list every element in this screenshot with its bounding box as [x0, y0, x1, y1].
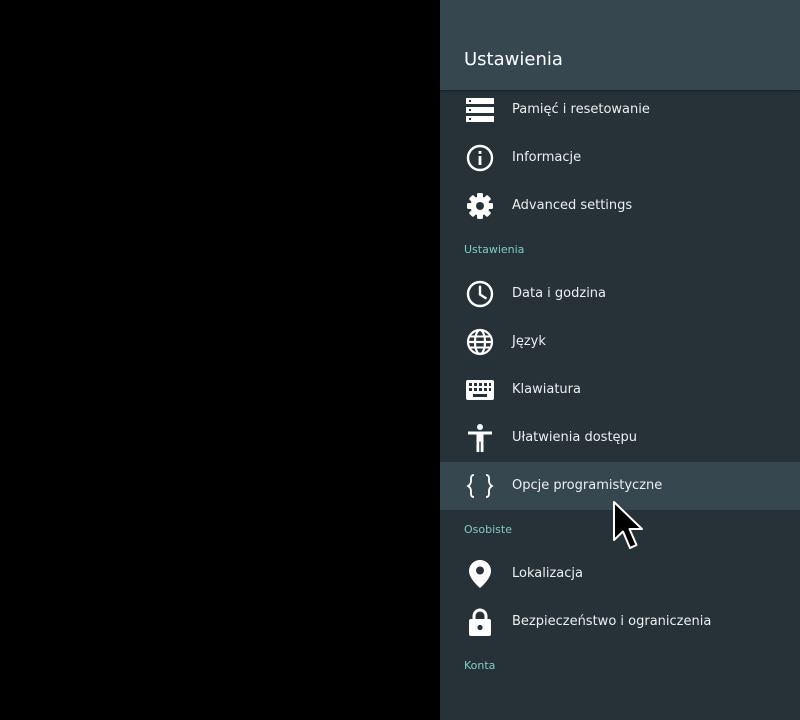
settings-item-label: Advanced settings — [512, 198, 633, 213]
section-header-osobiste: Osobiste — [464, 523, 512, 536]
settings-item-info[interactable]: Informacje — [440, 134, 800, 182]
gear-icon — [464, 192, 496, 220]
settings-item-label: Klawiatura — [512, 382, 581, 397]
settings-item-location[interactable]: Lokalizacja — [440, 550, 800, 598]
settings-item-date-time[interactable]: Data i godzina — [440, 270, 800, 318]
settings-item-storage-reset[interactable]: Pamięć i resetowanie — [440, 86, 800, 134]
settings-item-label: Lokalizacja — [512, 566, 583, 581]
clock-icon — [464, 280, 496, 308]
settings-item-label: Bezpieczeństwo i ograniczenia — [512, 614, 712, 629]
location-pin-icon — [464, 560, 496, 588]
panel-header: Ustawienia — [440, 0, 800, 90]
page-title: Ustawienia — [464, 49, 563, 70]
settings-item-keyboard[interactable]: Klawiatura — [440, 366, 800, 414]
settings-item-language[interactable]: Język — [440, 318, 800, 366]
keyboard-icon — [464, 376, 496, 404]
settings-panel: Pamięć i resetowanie Informacje Advanced… — [440, 0, 800, 720]
storage-icon — [464, 96, 496, 124]
lock-icon — [464, 608, 496, 636]
settings-item-accessibility[interactable]: Ułatwienia dostępu — [440, 414, 800, 462]
settings-item-label: Ułatwienia dostępu — [512, 430, 638, 445]
section-header-ustawienia: Ustawienia — [464, 243, 525, 256]
info-icon — [464, 144, 496, 172]
accessibility-icon — [464, 424, 496, 452]
braces-icon — [464, 472, 496, 500]
empty-background — [0, 0, 440, 720]
settings-item-label: Informacje — [512, 150, 582, 165]
settings-item-label: Pamięć i resetowanie — [512, 102, 650, 117]
mouse-pointer-icon — [612, 500, 648, 552]
settings-item-advanced[interactable]: Advanced settings — [440, 182, 800, 230]
section-header-konta: Konta — [464, 659, 496, 672]
globe-icon — [464, 328, 496, 356]
settings-item-security[interactable]: Bezpieczeństwo i ograniczenia — [440, 598, 800, 646]
settings-item-label: Język — [512, 334, 546, 349]
settings-item-label: Data i godzina — [512, 286, 607, 301]
